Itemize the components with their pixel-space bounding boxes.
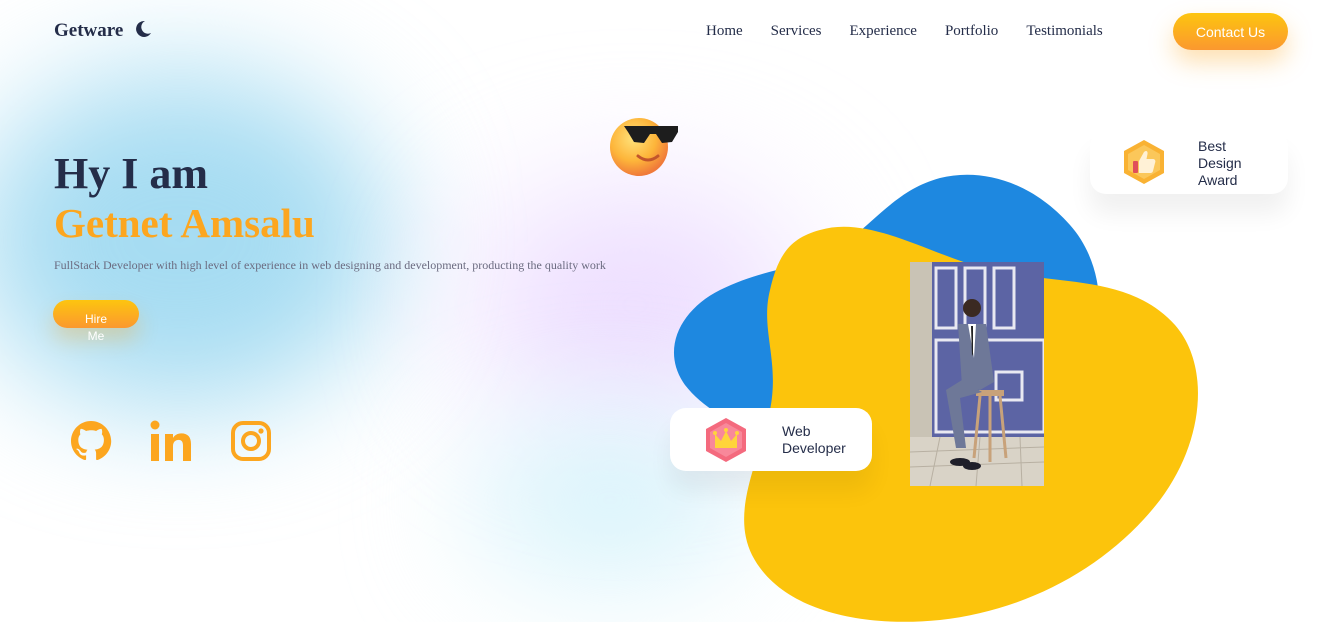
thumbs-up-icon	[1124, 140, 1164, 184]
name-heading: Getnet Amsalu	[54, 200, 315, 246]
nav-link-services[interactable]: Services	[771, 23, 822, 40]
web-developer-card: Web Developer	[670, 408, 872, 471]
hire-me-button[interactable]: Hire Me	[53, 300, 139, 343]
instagram-icon[interactable]	[230, 420, 272, 462]
crown-icon	[706, 418, 746, 462]
profile-photo	[910, 262, 1044, 486]
hire-me-label: Hire Me	[84, 312, 107, 343]
developer-label: Web Developer	[782, 423, 846, 456]
nav-link-testimonials[interactable]: Testimonials	[1026, 23, 1102, 40]
intro-section: Hy I am Getnet Amsalu FullStack Develope…	[54, 150, 654, 273]
linkedin-icon[interactable]	[150, 420, 192, 462]
nav-link-experience[interactable]: Experience	[850, 23, 917, 40]
social-links	[70, 420, 272, 462]
nav-link-portfolio[interactable]: Portfolio	[945, 23, 998, 40]
moon-icon[interactable]	[133, 19, 153, 39]
sunglasses-emoji-icon	[610, 118, 678, 176]
best-design-award-card: Best Design Award	[1090, 130, 1288, 194]
brand-logo[interactable]: Getware	[54, 20, 123, 42]
award-label: Best Design Award	[1198, 138, 1242, 188]
contact-button[interactable]: Contact Us	[1173, 13, 1288, 50]
navbar: Getware Home Services Experience Portfol…	[0, 0, 1340, 64]
github-icon[interactable]	[70, 420, 112, 462]
greeting-heading: Hy I am	[54, 149, 208, 198]
nav-link-home[interactable]: Home	[706, 23, 743, 40]
intro-description: FullStack Developer with high level of e…	[54, 258, 606, 272]
nav-links: Home Services Experience Portfolio Testi…	[706, 23, 1103, 40]
